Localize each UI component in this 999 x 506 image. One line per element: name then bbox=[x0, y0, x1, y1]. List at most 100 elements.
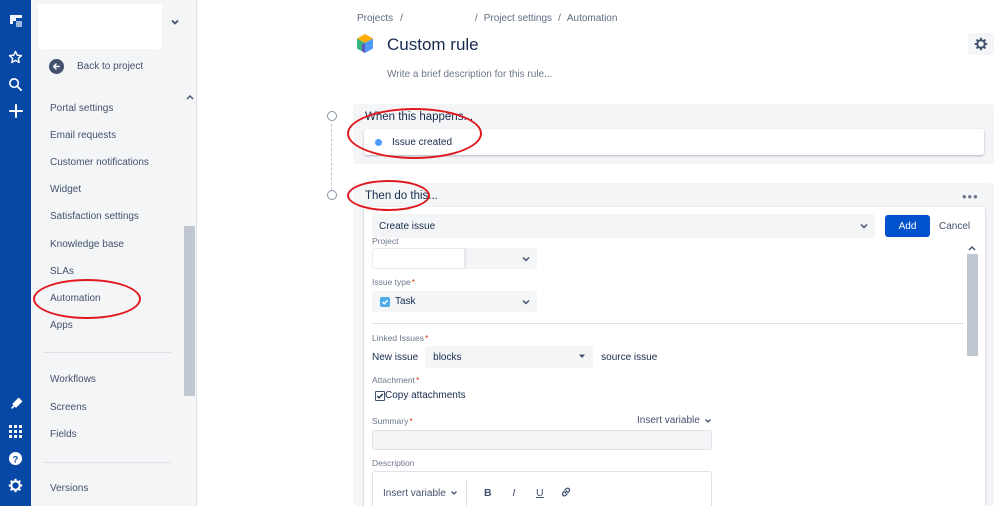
chevron-down-icon bbox=[704, 418, 711, 423]
breadcrumb-projects[interactable]: Projects bbox=[357, 13, 393, 24]
search-icon[interactable] bbox=[0, 73, 31, 95]
description-editor[interactable]: Insert variable B I U bbox=[372, 471, 712, 506]
issue-type-select[interactable]: Task bbox=[372, 291, 537, 312]
trigger-issue-created[interactable]: Issue created bbox=[364, 129, 984, 155]
gear-icon bbox=[974, 37, 988, 51]
breadcrumb-automation[interactable]: Automation bbox=[567, 13, 618, 24]
rule-description-input[interactable]: Write a brief description for this rule.… bbox=[387, 69, 552, 80]
issue-type-value: Task bbox=[395, 296, 416, 307]
starred-icon[interactable] bbox=[0, 46, 31, 68]
link-type-select[interactable]: blocks bbox=[425, 346, 594, 368]
sidebar-item-automation[interactable]: Automation bbox=[50, 292, 101, 306]
breadcrumb-project-settings[interactable]: Project settings bbox=[484, 13, 552, 24]
task-icon bbox=[380, 296, 390, 307]
sidebar-item-versions[interactable]: Versions bbox=[50, 482, 88, 496]
chevron-down-icon bbox=[450, 491, 457, 495]
back-to-project-label: Back to project bbox=[77, 60, 144, 72]
chevron-down-icon bbox=[522, 256, 530, 262]
insert-variable-label: Insert variable bbox=[637, 415, 700, 426]
help-icon[interactable]: ? bbox=[0, 447, 31, 469]
app-switcher-icon[interactable] bbox=[0, 420, 31, 442]
linked-issues-label: Linked Issues* bbox=[372, 333, 429, 343]
rule-settings-button[interactable] bbox=[968, 33, 994, 55]
sidebar-item-portal-settings[interactable]: Portal settings bbox=[50, 102, 113, 116]
jira-logo-icon[interactable] bbox=[0, 10, 31, 32]
rule-cube-icon bbox=[355, 33, 375, 55]
page-title[interactable]: Custom rule bbox=[387, 35, 479, 55]
sidebar-item-widget[interactable]: Widget bbox=[50, 183, 81, 197]
bold-button[interactable]: B bbox=[475, 487, 501, 499]
sidebar-item-customer-notifications[interactable]: Customer notifications bbox=[50, 156, 149, 170]
copy-attachments-checkbox[interactable] bbox=[375, 390, 385, 401]
global-navigation: ? bbox=[0, 0, 31, 506]
linked-prefix: New issue bbox=[372, 351, 419, 363]
settings-icon[interactable] bbox=[0, 474, 31, 496]
sidebar-scrollbar[interactable] bbox=[184, 226, 195, 396]
breadcrumb-separator: / bbox=[400, 13, 403, 24]
summary-input[interactable] bbox=[372, 430, 712, 450]
trigger-section: When this happens... Issue created bbox=[353, 104, 994, 164]
sidebar-item-apps[interactable]: Apps bbox=[50, 319, 73, 333]
sidebar-item-satisfaction-settings[interactable]: Satisfaction settings bbox=[50, 210, 139, 224]
project-selector[interactable] bbox=[38, 4, 162, 49]
trigger-label: Issue created bbox=[392, 136, 453, 148]
chevron-down-icon bbox=[522, 299, 530, 305]
arrow-left-icon bbox=[49, 58, 64, 74]
linked-suffix: source issue bbox=[601, 351, 658, 363]
back-to-project-link[interactable]: Back to project bbox=[49, 57, 143, 75]
link-type-value: blocks bbox=[433, 351, 462, 363]
sidebar-item-slas[interactable]: SLAs bbox=[50, 265, 74, 279]
scroll-up-icon[interactable] bbox=[186, 92, 194, 100]
sidebar-item-email-requests[interactable]: Email requests bbox=[50, 129, 116, 143]
action-type-value: Create issue bbox=[379, 220, 436, 232]
linked-issues-row: New issue blocks source issue bbox=[372, 346, 657, 368]
add-button[interactable]: Add bbox=[885, 215, 930, 237]
cancel-button[interactable]: Cancel bbox=[939, 215, 970, 237]
project-label: Project bbox=[372, 236, 399, 246]
trigger-dot-icon bbox=[375, 138, 382, 146]
sidebar-border bbox=[196, 0, 197, 506]
summary-label: Summary* bbox=[372, 416, 413, 426]
action-heading: Then do this... bbox=[365, 190, 438, 202]
breadcrumb-separator: / bbox=[558, 13, 561, 24]
notifications-icon[interactable] bbox=[0, 393, 31, 415]
action-type-select[interactable]: Create issue bbox=[372, 214, 875, 238]
svg-text:?: ? bbox=[13, 454, 19, 464]
form-scrollbar-thumb[interactable] bbox=[967, 254, 978, 356]
create-icon[interactable] bbox=[0, 100, 31, 122]
sidebar-item-screens[interactable]: Screens bbox=[50, 401, 87, 415]
breadcrumb: Projects / / Project settings / Automati… bbox=[357, 13, 617, 24]
italic-button[interactable]: I bbox=[501, 487, 527, 499]
description-label: Description bbox=[372, 458, 415, 468]
toolbar-divider bbox=[465, 480, 467, 506]
select-divider bbox=[465, 248, 466, 269]
sidebar-item-knowledge-base[interactable]: Knowledge base bbox=[50, 238, 124, 252]
scroll-up-icon[interactable] bbox=[968, 243, 976, 251]
timeline-node bbox=[327, 190, 337, 200]
breadcrumb-separator: / bbox=[474, 13, 478, 24]
timeline-connector bbox=[331, 124, 332, 190]
insert-variable-button[interactable]: Insert variable bbox=[637, 415, 712, 426]
caret-down-icon bbox=[579, 354, 586, 358]
sidebar-item-workflows[interactable]: Workflows bbox=[50, 373, 96, 387]
project-select[interactable] bbox=[372, 248, 537, 269]
chevron-down-icon[interactable] bbox=[169, 16, 181, 28]
underline-button[interactable]: U bbox=[527, 487, 553, 499]
chevron-down-icon bbox=[860, 223, 868, 229]
project-value-box bbox=[372, 248, 465, 269]
toolbar-insert-variable[interactable]: Insert variable bbox=[383, 488, 446, 499]
trigger-heading: When this happens... bbox=[365, 111, 474, 123]
attachment-label: Attachment* bbox=[372, 375, 420, 385]
copy-attachments-label: Copy attachments bbox=[385, 390, 466, 401]
more-actions-icon[interactable]: ••• bbox=[962, 189, 979, 204]
timeline-node bbox=[327, 111, 337, 121]
sidebar-item-fields[interactable]: Fields bbox=[50, 428, 77, 442]
link-icon[interactable] bbox=[553, 486, 579, 501]
create-issue-action-card: Create issue Add Cancel Project Issue ty… bbox=[364, 207, 985, 506]
sidebar-divider bbox=[43, 462, 171, 463]
copy-attachments-row[interactable]: Copy attachments bbox=[375, 390, 466, 401]
action-section: Then do this... ••• Create issue Add Can… bbox=[353, 183, 994, 506]
issue-type-label: Issue type* bbox=[372, 277, 416, 287]
description-toolbar: Insert variable B I U bbox=[383, 480, 579, 506]
form-divider bbox=[372, 323, 964, 324]
